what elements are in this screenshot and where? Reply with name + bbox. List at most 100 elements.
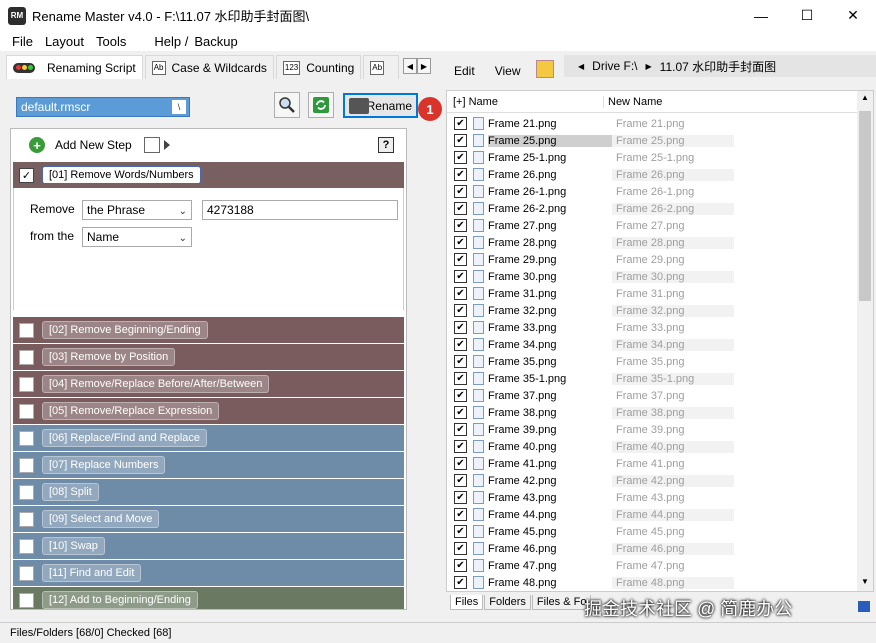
step-04[interactable]: [04] Remove/Replace Before/After/Between (13, 371, 404, 397)
column-name[interactable]: [+] Name (447, 95, 604, 108)
file-row[interactable]: ✔ Frame 38.png Frame 38.png (447, 404, 859, 421)
file-checkbox[interactable]: ✔ (454, 389, 467, 402)
step-checkbox[interactable] (19, 592, 34, 608)
file-row[interactable]: ✔ Frame 46.png Frame 46.png (447, 540, 859, 557)
step-checkbox[interactable] (19, 538, 34, 554)
file-row[interactable]: ✔ Frame 21.png Frame 21.png (447, 115, 859, 132)
file-row[interactable]: ✔ Frame 29.png Frame 29.png (447, 251, 859, 268)
menu-layout[interactable]: Layout (45, 34, 84, 49)
tab-scroll-left-icon[interactable]: ◀ (403, 58, 417, 74)
add-step-label[interactable]: Add New Step (55, 138, 132, 152)
scroll-down-icon[interactable]: ▼ (857, 577, 873, 591)
file-row[interactable]: ✔ Frame 28.png Frame 28.png (447, 234, 859, 251)
tab-scroll-right-icon[interactable]: ▶ (417, 58, 431, 74)
step-checkbox[interactable] (19, 457, 34, 473)
file-checkbox[interactable]: ✔ (454, 457, 467, 470)
step-05[interactable]: [05] Remove/Replace Expression (13, 398, 404, 424)
play-icon[interactable] (163, 140, 170, 150)
menu-file[interactable]: File (12, 34, 33, 49)
remove-type-select[interactable]: the Phrase ⌄ (82, 200, 192, 220)
file-checkbox[interactable]: ✔ (454, 321, 467, 334)
file-checkbox[interactable]: ✔ (454, 406, 467, 419)
breadcrumb-drive[interactable]: Drive F:\ (592, 59, 637, 73)
file-checkbox[interactable]: ✔ (454, 525, 467, 538)
step-checkbox[interactable] (19, 565, 34, 581)
maximize-button[interactable]: ☐ (784, 0, 830, 31)
menu-help[interactable]: Help / (154, 34, 188, 49)
file-checkbox[interactable]: ✔ (454, 287, 467, 300)
step-checkbox[interactable] (19, 484, 34, 500)
add-icon[interactable]: + (29, 137, 45, 153)
tab-files-folders[interactable]: Files & Fo (531, 595, 592, 610)
file-checkbox[interactable]: ✔ (454, 236, 467, 249)
file-checkbox[interactable]: ✔ (454, 338, 467, 351)
file-row[interactable]: ✔ Frame 45.png Frame 45.png (447, 523, 859, 540)
step-12[interactable]: [12] Add to Beginning/Ending (13, 587, 404, 609)
breadcrumb-folder[interactable]: 11.07 水印助手封面图 (660, 58, 776, 75)
file-row[interactable]: ✔ Frame 26-1.png Frame 26-1.png (447, 183, 859, 200)
step-07[interactable]: [07] Replace Numbers (13, 452, 404, 478)
dropdown-icon[interactable]: \ (172, 100, 186, 114)
file-row[interactable]: ✔ Frame 48.png Frame 48.png (447, 574, 859, 591)
file-list-scrollbar[interactable]: ▲ ▼ (857, 91, 873, 591)
step-03[interactable]: [03] Remove by Position (13, 344, 404, 370)
step-checkbox[interactable] (19, 511, 34, 527)
file-row[interactable]: ✔ Frame 44.png Frame 44.png (447, 506, 859, 523)
rename-button[interactable]: Rename (343, 93, 418, 118)
file-row[interactable]: ✔ Frame 41.png Frame 41.png (447, 455, 859, 472)
scroll-up-icon[interactable]: ▲ (857, 93, 873, 107)
tab-counting[interactable]: 123 Counting (275, 55, 362, 79)
file-row[interactable]: ✔ Frame 35-1.png Frame 35-1.png (447, 370, 859, 387)
file-row[interactable]: ✔ Frame 33.png Frame 33.png (447, 319, 859, 336)
file-row[interactable]: ✔ Frame 26.png Frame 26.png (447, 166, 859, 183)
step-06[interactable]: [06] Replace/Find and Replace (13, 425, 404, 451)
file-row[interactable]: ✔ Frame 43.png Frame 43.png (447, 489, 859, 506)
step-checkbox[interactable] (19, 376, 34, 392)
file-row[interactable]: ✔ Frame 25.png Frame 25.png (447, 132, 859, 149)
file-row[interactable]: ✔ Frame 42.png Frame 42.png (447, 472, 859, 489)
file-checkbox[interactable]: ✔ (454, 304, 467, 317)
script-file-select[interactable]: default.rmscr \ (16, 97, 190, 117)
file-checkbox[interactable]: ✔ (454, 219, 467, 232)
file-checkbox[interactable]: ✔ (454, 542, 467, 555)
file-checkbox[interactable]: ✔ (454, 440, 467, 453)
close-button[interactable]: ✕ (830, 0, 876, 31)
breadcrumb[interactable]: ◀ Drive F:\ ▶ 11.07 水印助手封面图 (564, 55, 876, 77)
file-checkbox[interactable]: ✔ (454, 270, 467, 283)
file-row[interactable]: ✔ Frame 35.png Frame 35.png (447, 353, 859, 370)
step-checkbox[interactable] (19, 430, 34, 446)
file-row[interactable]: ✔ Frame 37.png Frame 37.png (447, 387, 859, 404)
file-checkbox[interactable]: ✔ (454, 491, 467, 504)
copy-pages-icon[interactable] (143, 137, 160, 153)
file-row[interactable]: ✔ Frame 26-2.png Frame 26-2.png (447, 200, 859, 217)
file-row[interactable]: ✔ Frame 39.png Frame 39.png (447, 421, 859, 438)
file-checkbox[interactable]: ✔ (454, 355, 467, 368)
file-checkbox[interactable]: ✔ (454, 168, 467, 181)
file-row[interactable]: ✔ Frame 32.png Frame 32.png (447, 302, 859, 319)
file-row[interactable]: ✔ Frame 27.png Frame 27.png (447, 217, 859, 234)
step-checkbox[interactable] (19, 322, 34, 338)
step-11[interactable]: [11] Find and Edit (13, 560, 404, 586)
file-row[interactable]: ✔ Frame 47.png Frame 47.png (447, 557, 859, 574)
file-checkbox[interactable]: ✔ (454, 474, 467, 487)
file-checkbox[interactable]: ✔ (454, 372, 467, 385)
file-checkbox[interactable]: ✔ (454, 253, 467, 266)
step-checkbox[interactable] (19, 403, 34, 419)
minimize-button[interactable]: — (738, 0, 784, 31)
file-checkbox[interactable]: ✔ (454, 559, 467, 572)
menu-backup[interactable]: Backup (194, 34, 237, 49)
file-checkbox[interactable]: ✔ (454, 185, 467, 198)
menu-tools[interactable]: Tools (96, 34, 126, 49)
file-checkbox[interactable]: ✔ (454, 202, 467, 215)
from-select[interactable]: Name ⌄ (82, 227, 192, 247)
file-row[interactable]: ✔ Frame 30.png Frame 30.png (447, 268, 859, 285)
menu-edit[interactable]: Edit (454, 64, 475, 78)
step-08[interactable]: [08] Split (13, 479, 404, 505)
menu-view[interactable]: View (495, 64, 521, 78)
file-row[interactable]: ✔ Frame 31.png Frame 31.png (447, 285, 859, 302)
file-checkbox[interactable]: ✔ (454, 117, 467, 130)
preview-button[interactable] (274, 92, 300, 118)
step-checkbox[interactable]: ✓ (19, 167, 34, 183)
step-checkbox[interactable] (19, 349, 34, 365)
file-checkbox[interactable]: ✔ (454, 576, 467, 589)
